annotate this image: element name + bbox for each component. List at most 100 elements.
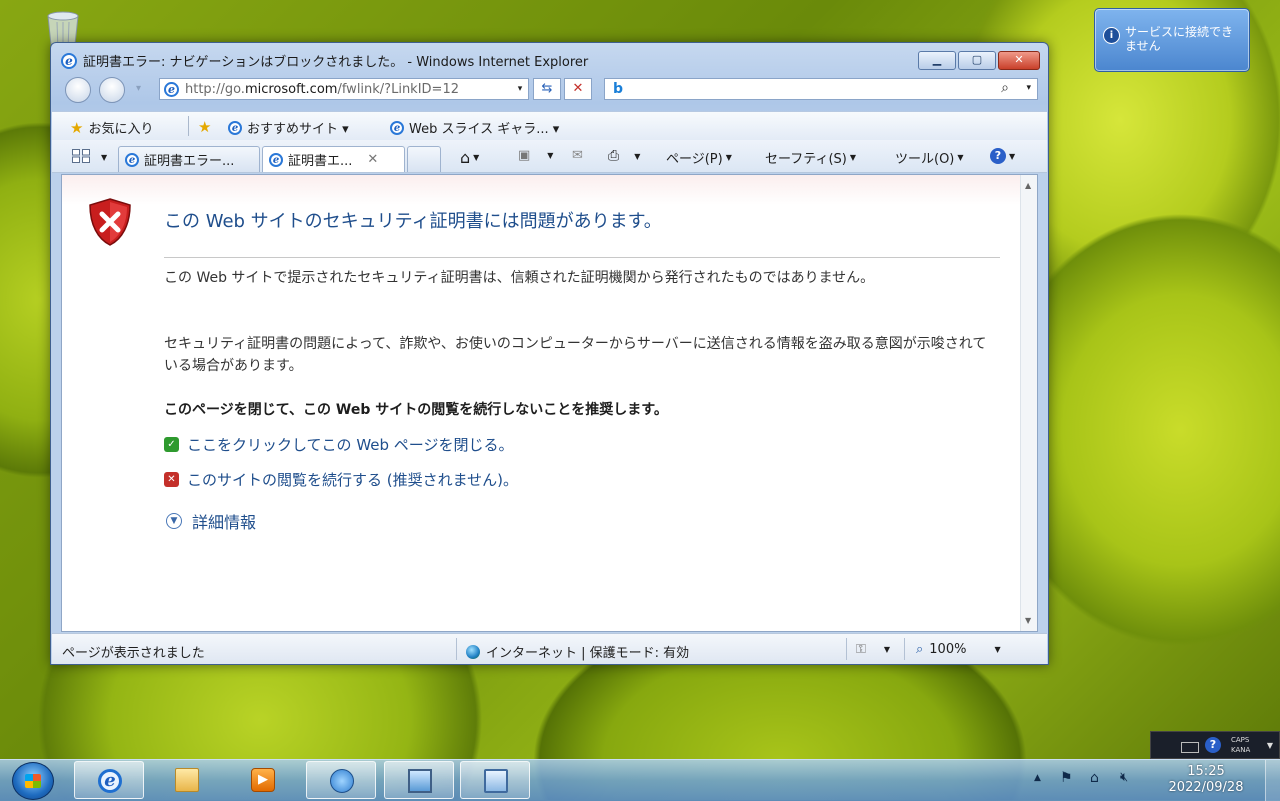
taskbar-media-player[interactable]: ▶	[228, 761, 298, 799]
chevron-down-circle-icon: ▼	[166, 513, 182, 529]
search-box[interactable]: b ⌕ ▾	[604, 78, 1038, 100]
page-menu[interactable]: ページ(P) ▼	[666, 148, 732, 167]
more-information-toggle[interactable]: ▼ 詳細情報	[166, 509, 256, 533]
tab-cert-error-2[interactable]: e 証明書エ... ✕	[262, 146, 405, 172]
print-button[interactable]: ⎙ ▼	[608, 148, 640, 164]
favorites-star-icon: ★	[70, 118, 84, 137]
continue-site-link[interactable]: ✕ このサイトの閲覧を続行する (推奨されません)。	[164, 469, 518, 490]
cert-untrusted-text: この Web サイトで提示されたセキュリティ証明書は、信頼された証明機関から発行…	[164, 270, 875, 286]
maximize-button[interactable]: ▢	[958, 51, 996, 70]
vertical-scrollbar[interactable]: ▲ ▼	[1020, 175, 1037, 631]
ie-logo-icon: e	[61, 52, 77, 69]
lock-icon: ⚿	[856, 642, 866, 657]
scroll-up-icon[interactable]: ▲	[1025, 181, 1031, 190]
control-panel-icon	[484, 769, 508, 793]
close-tab-icon[interactable]: ✕	[367, 152, 378, 167]
window-title: 証明書エラー: ナビゲーションはブロックされました。 - Windows Int…	[83, 55, 589, 70]
network-notification[interactable]: i サービスに接続できません	[1094, 8, 1250, 72]
monitor-icon	[408, 769, 432, 793]
tools-menu[interactable]: ツール(O) ▼	[895, 148, 964, 167]
search-options-icon[interactable]: ▾	[1026, 83, 1031, 93]
tab-cert-error-1[interactable]: e 証明書エラー...	[118, 146, 260, 172]
status-bar: ページが表示されました インターネット | 保護モード: 有効 ⚿ ▼ ⌕ 100…	[52, 633, 1047, 664]
back-button[interactable]	[65, 77, 91, 103]
home-icon: ⌂	[460, 148, 471, 167]
taskbar: e ▶ ▲ ⚑ ⌂ 🔇︎ 15:25 2022/09/28	[0, 759, 1280, 801]
history-dropdown-icon[interactable]: ▾	[136, 83, 141, 94]
tab-page-icon: e	[125, 152, 139, 167]
ime-status: CAPS KANA	[1231, 736, 1251, 754]
bing-logo-icon: b	[613, 81, 624, 97]
taskbar-remote-desktop[interactable]	[384, 761, 454, 799]
folder-icon	[175, 768, 199, 792]
home-button[interactable]: ⌂ ▼	[460, 148, 479, 167]
refresh-button[interactable]: ⇆	[533, 78, 561, 100]
quick-tabs-icon[interactable]	[72, 149, 90, 163]
safety-menu[interactable]: セーフティ(S) ▼	[765, 148, 856, 167]
action-center-flag-icon[interactable]: ⚑	[1060, 770, 1073, 786]
caption-buttons: ▁ ▢ ✕	[918, 51, 1040, 70]
taskbar-internet-explorer[interactable]: e	[74, 761, 144, 799]
tab-row: ▼ e 証明書エラー... e 証明書エ... ✕ ⌂ ▼ ▣ ▼ ✉ ⎙ ▼ ページ…	[52, 140, 1047, 173]
stop-button[interactable]: ✕	[564, 78, 592, 100]
red-shield-x-icon: ✕	[164, 472, 179, 487]
suggested-sites-button[interactable]: e おすすめサイト ▾	[228, 118, 349, 137]
add-favorite-button[interactable]: ★	[198, 118, 211, 136]
address-url: http://go.microsoft.com/fwlink/?LinkID=1…	[185, 81, 459, 97]
show-hidden-icons[interactable]: ▲	[1034, 773, 1041, 783]
language-bar[interactable]: ? CAPS KANA ▼	[1150, 731, 1280, 759]
add-favorite-icon: ★	[198, 118, 212, 136]
favorites-button[interactable]: ★ お気に入り	[70, 118, 153, 138]
mail-icon: ✉	[572, 148, 583, 163]
page-icon: e	[164, 81, 179, 97]
protected-mode-button[interactable]: ⚿ ▼	[856, 642, 890, 657]
keyboard-icon[interactable]	[1181, 742, 1199, 753]
status-text: ページが表示されました	[62, 646, 205, 661]
printer-icon: ⎙	[608, 148, 620, 164]
zoom-button[interactable]: ⌕ 100% ▼	[916, 642, 1001, 657]
system-clock[interactable]: 15:25 2022/09/28	[1160, 764, 1252, 796]
page-content: この Web サイトのセキュリティ証明書には問題があります。 この Web サイ…	[61, 174, 1038, 632]
web-slice-gallery-button[interactable]: e Web スライス ギャラ... ▾	[390, 118, 559, 137]
close-window-button[interactable]: ✕	[998, 51, 1040, 70]
search-icon[interactable]: ⌕	[1001, 80, 1009, 96]
favorites-bar: ★ お気に入り ★ e おすすめサイト ▾ e Web スライス ギャラ... …	[52, 111, 1047, 141]
ime-help-icon[interactable]: ?	[1205, 737, 1221, 753]
network-icon[interactable]: ⌂	[1090, 770, 1099, 786]
ie-window: e 証明書エラー: ナビゲーションはブロックされました。 - Windows I…	[50, 42, 1049, 665]
title-bar[interactable]: e 証明書エラー: ナビゲーションはブロックされました。 - Windows I…	[61, 51, 588, 70]
heading-divider	[164, 257, 1000, 258]
new-tab-button[interactable]	[407, 146, 441, 172]
address-bar[interactable]: e http://go.microsoft.com/fwlink/?LinkID…	[159, 78, 529, 100]
mail-button[interactable]: ✉	[572, 148, 583, 163]
info-icon: i	[1103, 27, 1120, 44]
volume-muted-icon[interactable]: 🔇︎	[1120, 770, 1128, 785]
start-button[interactable]	[12, 762, 54, 800]
close-page-link[interactable]: ✓ ここをクリックしてこの Web ページを閉じる。	[164, 434, 514, 455]
tab-list-dropdown-icon[interactable]: ▼	[101, 153, 107, 162]
scroll-down-icon[interactable]: ▼	[1025, 616, 1031, 625]
windows-logo-icon	[330, 769, 354, 793]
taskbar-explorer[interactable]	[152, 761, 222, 799]
help-menu[interactable]: ? ▼	[990, 148, 1015, 164]
taskbar-windows-app[interactable]	[306, 761, 376, 799]
navigation-bar: ▾ e http://go.microsoft.com/fwlink/?Link…	[61, 77, 1041, 103]
taskbar-control-panel[interactable]	[460, 761, 530, 799]
feeds-button[interactable]: ▣ ▼	[518, 148, 553, 163]
langbar-options-icon[interactable]: ▼	[1267, 741, 1273, 750]
help-icon: ?	[990, 148, 1006, 164]
minimize-button[interactable]: ▁	[918, 51, 956, 70]
forward-button[interactable]	[99, 77, 125, 103]
notification-text: サービスに接続できません	[1125, 25, 1234, 53]
ie-page-icon: e	[390, 120, 404, 135]
rss-icon: ▣	[518, 148, 531, 163]
cert-risk-text: セキュリティ証明書の問題によって、詐欺や、お使いのコンピューターからサーバーに送…	[164, 336, 987, 374]
recommendation-text: このページを閉じて、この Web サイトの閲覧を続行しないことを推奨します。	[164, 402, 668, 418]
security-zone[interactable]: インターネット | 保護モード: 有効	[466, 642, 689, 661]
tab-page-icon: e	[269, 152, 283, 167]
internet-globe-icon	[466, 644, 480, 659]
error-heading: この Web サイトのセキュリティ証明書には問題があります。	[164, 211, 662, 232]
address-dropdown-icon[interactable]: ▾	[512, 84, 528, 94]
security-error-shield-icon	[89, 198, 131, 246]
show-desktop-button[interactable]	[1265, 760, 1280, 801]
